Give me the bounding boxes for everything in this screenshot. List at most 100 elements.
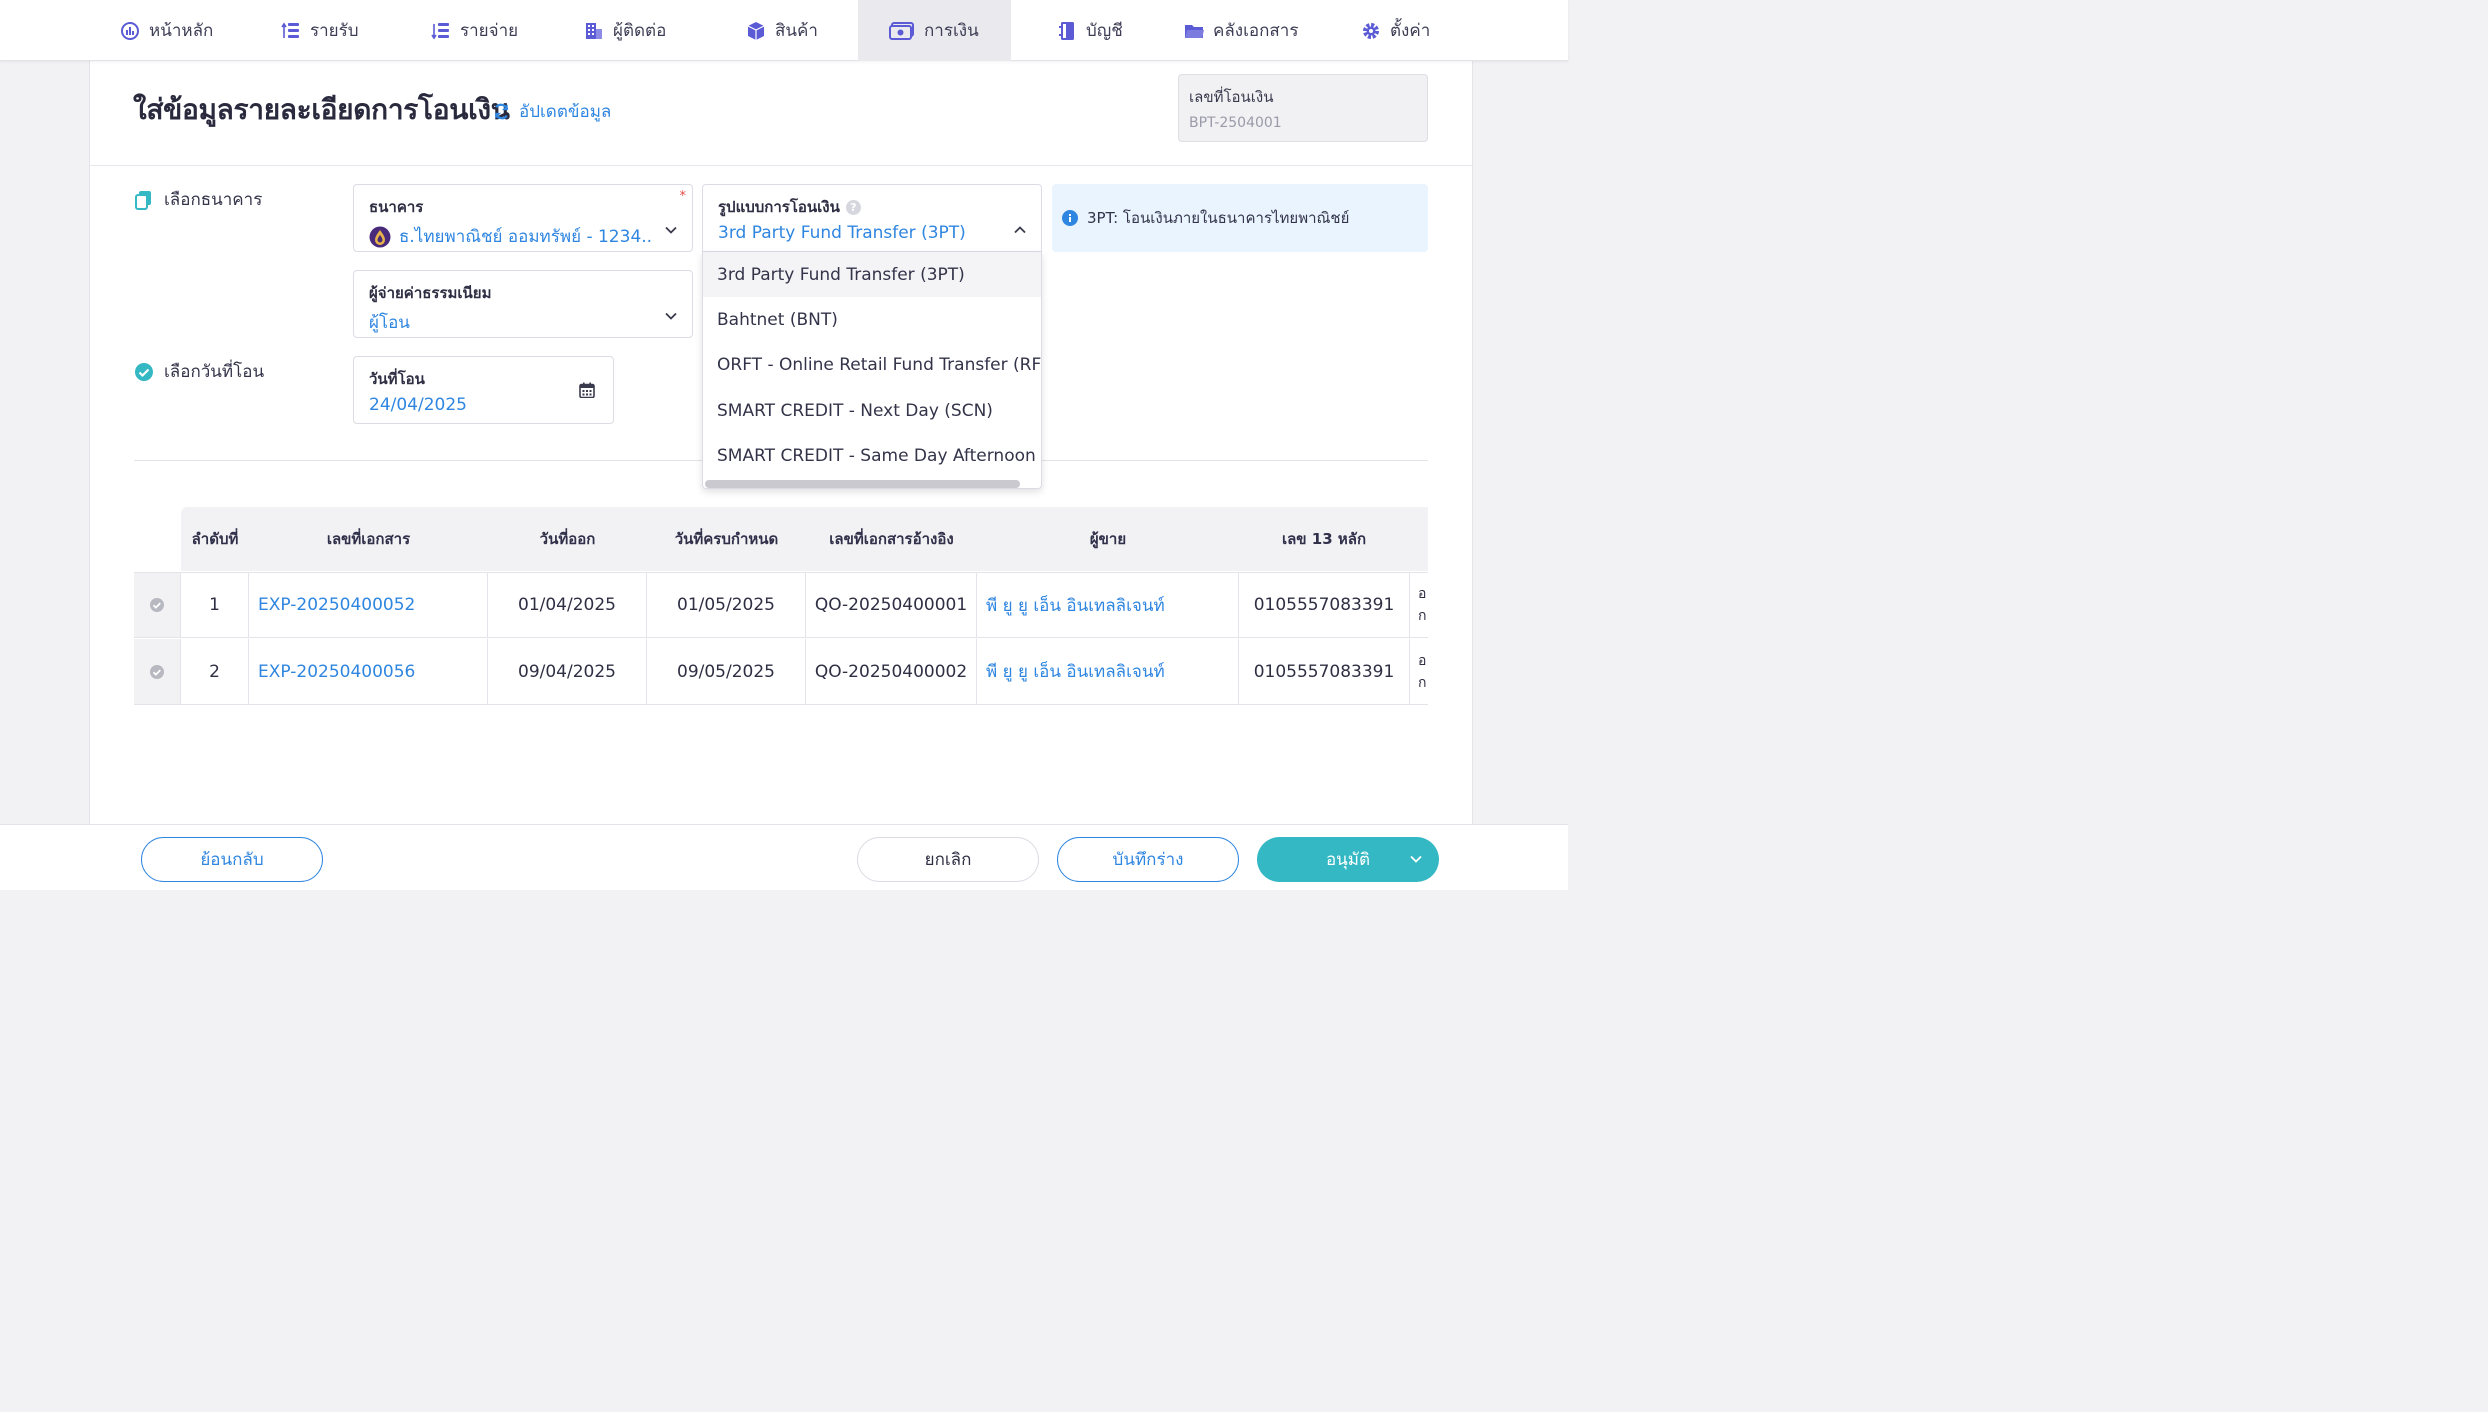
cell-truncated-line2: ก xyxy=(1418,674,1427,691)
nav-item-income[interactable]: รายรับ xyxy=(281,0,359,61)
dropdown-option-scn[interactable]: SMART CREDIT - Next Day (SCN) xyxy=(703,388,1041,433)
col-header-issue-date[interactable]: วันที่ออก xyxy=(488,507,647,571)
col-header-ref[interactable]: เลขที่เอกสารอ้างอิง xyxy=(806,507,977,571)
chevron-down-icon[interactable] xyxy=(1409,852,1423,866)
transfer-date-label: วันที่โอน xyxy=(369,370,425,388)
nav-label: ผู้ติดต่อ xyxy=(613,21,667,41)
top-navigation: หน้าหลัก รายรับ รายจ่าย ผู้ติดต่อ สินค้า… xyxy=(0,0,1568,61)
section-bank-label: เลือกธนาคาร xyxy=(164,190,263,210)
nav-label: รายรับ xyxy=(310,21,359,41)
nav-label: คลังเอกสาร xyxy=(1213,21,1299,41)
section-date: เลือกวันที่โอน xyxy=(134,358,264,385)
row-select-checkbox[interactable] xyxy=(134,573,181,637)
bank-select[interactable]: * ธนาคาร ธ.ไทยพาณิชย์ ออมทรัพย์ - 1234..… xyxy=(353,184,693,252)
cell-vendor-link[interactable]: พี ยู ยู เอ็น อินเทลลิเจนท์ xyxy=(977,573,1239,637)
cell-truncated-line1: อ xyxy=(1418,586,1427,602)
cell-due-date: 09/05/2025 xyxy=(647,639,806,704)
transfer-type-info: 3PT: โอนเงินภายในธนาคารไทยพาณิชย์ xyxy=(1052,184,1428,252)
approve-button[interactable]: อนุมัติ xyxy=(1257,837,1439,882)
nav-item-contacts[interactable]: ผู้ติดต่อ xyxy=(584,0,666,61)
dropdown-option-bnt[interactable]: Bahtnet (BNT) xyxy=(703,297,1041,342)
cell-no: 1 xyxy=(181,573,249,637)
cell-truncated: อ ก xyxy=(1410,639,1428,704)
nav-label: สินค้า xyxy=(775,21,818,41)
col-header-doc[interactable]: เลขที่เอกสาร xyxy=(249,507,488,571)
box-icon xyxy=(746,21,766,41)
nav-label: บัญชี xyxy=(1086,21,1123,41)
transfer-type-value: 3rd Party Fund Transfer (3PT) xyxy=(718,223,966,243)
back-button[interactable]: ย้อนกลับ xyxy=(141,837,323,882)
nav-item-expense[interactable]: รายจ่าย xyxy=(431,0,518,61)
refresh-label: อัปเดตข้อมูล xyxy=(519,102,612,122)
info-text: 3PT: โอนเงินภายในธนาคารไทยพาณิชย์ xyxy=(1087,209,1350,227)
book-icon xyxy=(1057,21,1077,41)
check-circle-icon xyxy=(150,598,164,612)
refresh-icon xyxy=(492,102,511,121)
cell-tax-id: 0105557083391 xyxy=(1239,639,1410,704)
row-select-checkbox[interactable] xyxy=(134,639,181,704)
col-header-vendor[interactable]: ผู้ขาย xyxy=(977,507,1239,571)
cancel-button[interactable]: ยกเลิก xyxy=(857,837,1039,882)
transfer-number-label: เลขที่โอนเงิน xyxy=(1189,88,1274,106)
page-title: ใส่ข้อมูลรายละเอียดการโอนเงิน xyxy=(133,93,510,126)
nav-item-documents[interactable]: คลังเอกสาร xyxy=(1184,0,1298,61)
table-header: ลำดับที่ เลขที่เอกสาร วันที่ออก วันที่คร… xyxy=(181,507,1428,571)
col-header-no: ลำดับที่ xyxy=(191,530,239,548)
nav-item-products[interactable]: สินค้า xyxy=(746,0,818,61)
nav-item-finance[interactable]: การเงิน xyxy=(858,0,1011,61)
cell-truncated-line2: ก xyxy=(1418,608,1427,624)
folder-icon xyxy=(1184,21,1204,41)
cell-truncated-line1: อ xyxy=(1418,652,1427,669)
refresh-button[interactable]: อัปเดตข้อมูล xyxy=(492,98,611,125)
help-icon[interactable]: ? xyxy=(845,200,861,215)
chevron-down-icon xyxy=(665,312,677,320)
col-header-due-date[interactable]: วันที่ครบกำหนด xyxy=(647,507,806,571)
nav-label: หน้าหลัก xyxy=(149,21,214,41)
transfer-date-field[interactable]: วันที่โอน 24/04/2025 xyxy=(353,356,614,424)
check-circle-icon xyxy=(134,362,154,382)
copy-icon xyxy=(134,190,154,210)
dropdown-option-scs[interactable]: SMART CREDIT - Same Day Afternoon (SCS xyxy=(703,433,1041,478)
nav-item-home[interactable]: หน้าหลัก xyxy=(120,0,213,61)
dropdown-option-3pt[interactable]: 3rd Party Fund Transfer (3PT) xyxy=(703,252,1041,298)
section-date-label: เลือกวันที่โอน xyxy=(164,362,265,382)
cell-no: 2 xyxy=(181,639,249,704)
cell-vendor-link[interactable]: พี ยู ยู เอ็น อินเทลลิเจนท์ xyxy=(977,639,1239,704)
transfer-type-label-row: รูปแบบการโอนเงิน? xyxy=(718,195,1026,219)
money-icon xyxy=(889,21,915,41)
check-circle-icon xyxy=(150,664,164,679)
bottom-action-bar: ย้อนกลับ ยกเลิก บันทึกร่าง อนุมัติ xyxy=(0,824,1568,890)
cell-doc-link[interactable]: EXP-20250400052 xyxy=(249,573,488,637)
dropdown-option-rft[interactable]: ORFT - Online Retail Fund Transfer (RFT) xyxy=(703,343,1041,388)
chevron-up-icon xyxy=(1014,226,1026,234)
col-header-tax-id[interactable]: เลข 13 หลัก xyxy=(1239,507,1409,571)
nav-label: รายจ่าย xyxy=(460,21,519,41)
calendar-icon[interactable] xyxy=(579,382,595,398)
cell-truncated: อ ก xyxy=(1410,573,1428,637)
income-icon xyxy=(281,21,301,41)
cell-tax-id: 0105557083391 xyxy=(1239,573,1410,637)
cell-ref: QO-20250400002 xyxy=(806,639,977,704)
nav-item-accounting[interactable]: บัญชี xyxy=(1057,0,1123,61)
transfer-number-field: เลขที่โอนเงิน BPT-2504001 xyxy=(1178,74,1428,142)
cell-doc-link[interactable]: EXP-20250400056 xyxy=(249,639,488,704)
transfer-type-select[interactable]: รูปแบบการโอนเงิน? 3rd Party Fund Transfe… xyxy=(702,184,1042,252)
nav-label: ตั้งค่า xyxy=(1390,21,1431,41)
expense-icon xyxy=(431,21,451,41)
info-icon xyxy=(1062,210,1078,226)
dropdown-scrollbar[interactable] xyxy=(705,480,1020,488)
fee-payer-value: ผู้โอน xyxy=(369,313,410,333)
section-bank: เลือกธนาคาร xyxy=(134,186,262,213)
bank-logo-icon xyxy=(369,226,391,248)
nav-item-settings[interactable]: ตั้งค่า xyxy=(1361,0,1430,61)
fee-payer-label: ผู้จ่ายค่าธรรมเนียม xyxy=(369,284,492,302)
fee-payer-select[interactable]: ผู้จ่ายค่าธรรมเนียม ผู้โอน xyxy=(353,270,693,338)
chevron-down-icon xyxy=(665,226,677,234)
required-mark: * xyxy=(679,189,687,204)
table-row[interactable]: 1 EXP-20250400052 01/04/2025 01/05/2025 … xyxy=(134,572,1428,638)
save-draft-button[interactable]: บันทึกร่าง xyxy=(1057,837,1239,882)
transfer-type-label: รูปแบบการโอนเงิน xyxy=(718,198,840,216)
building-icon xyxy=(584,21,604,41)
table-row[interactable]: 2 EXP-20250400056 09/04/2025 09/05/2025 … xyxy=(134,639,1428,705)
approve-label: อนุมัติ xyxy=(1325,850,1371,870)
